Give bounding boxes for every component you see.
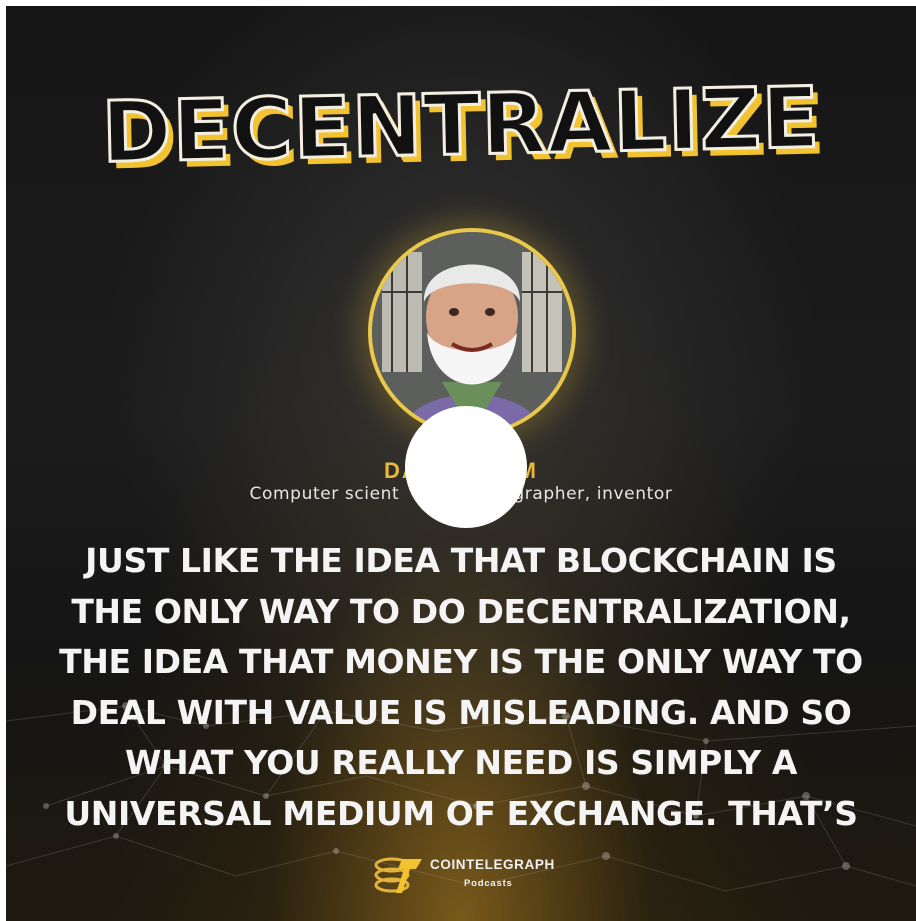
portrait-illustration-icon: [372, 232, 572, 432]
speaker-avatar: [368, 228, 576, 436]
quote-line: WHAT YOU REALLY NEED IS SIMPLY A: [124, 743, 798, 782]
quote-text: JUST LIKE THE IDEA THAT BLOCKCHAIN IS TH…: [6, 536, 916, 839]
podcast-quote-card: DECENTRALIZE DAV UM Computer scient: [6, 6, 916, 921]
quote-line: THE IDEA THAT MONEY IS THE ONLY WAY TO: [59, 642, 863, 681]
brand-footer: COINTELEGRAPH Podcasts: [372, 851, 572, 901]
redaction-mark: [405, 406, 527, 528]
show-title: DECENTRALIZE: [99, 67, 822, 183]
cointelegraph-logo-icon: [374, 857, 422, 893]
quote-line: THE ONLY WAY TO DO DECENTRALIZATION,: [71, 591, 851, 631]
quote-line: DEAL WITH VALUE IS MISLEADING. AND SO: [70, 692, 852, 732]
quote-line: UNIVERSAL MEDIUM OF EXCHANGE. THAT’S: [64, 793, 858, 833]
brand-name: COINTELEGRAPH: [430, 857, 555, 872]
quote-line: JUST LIKE THE IDEA THAT BLOCKCHAIN IS: [85, 541, 837, 580]
brand-subtitle: Podcasts: [464, 878, 513, 889]
